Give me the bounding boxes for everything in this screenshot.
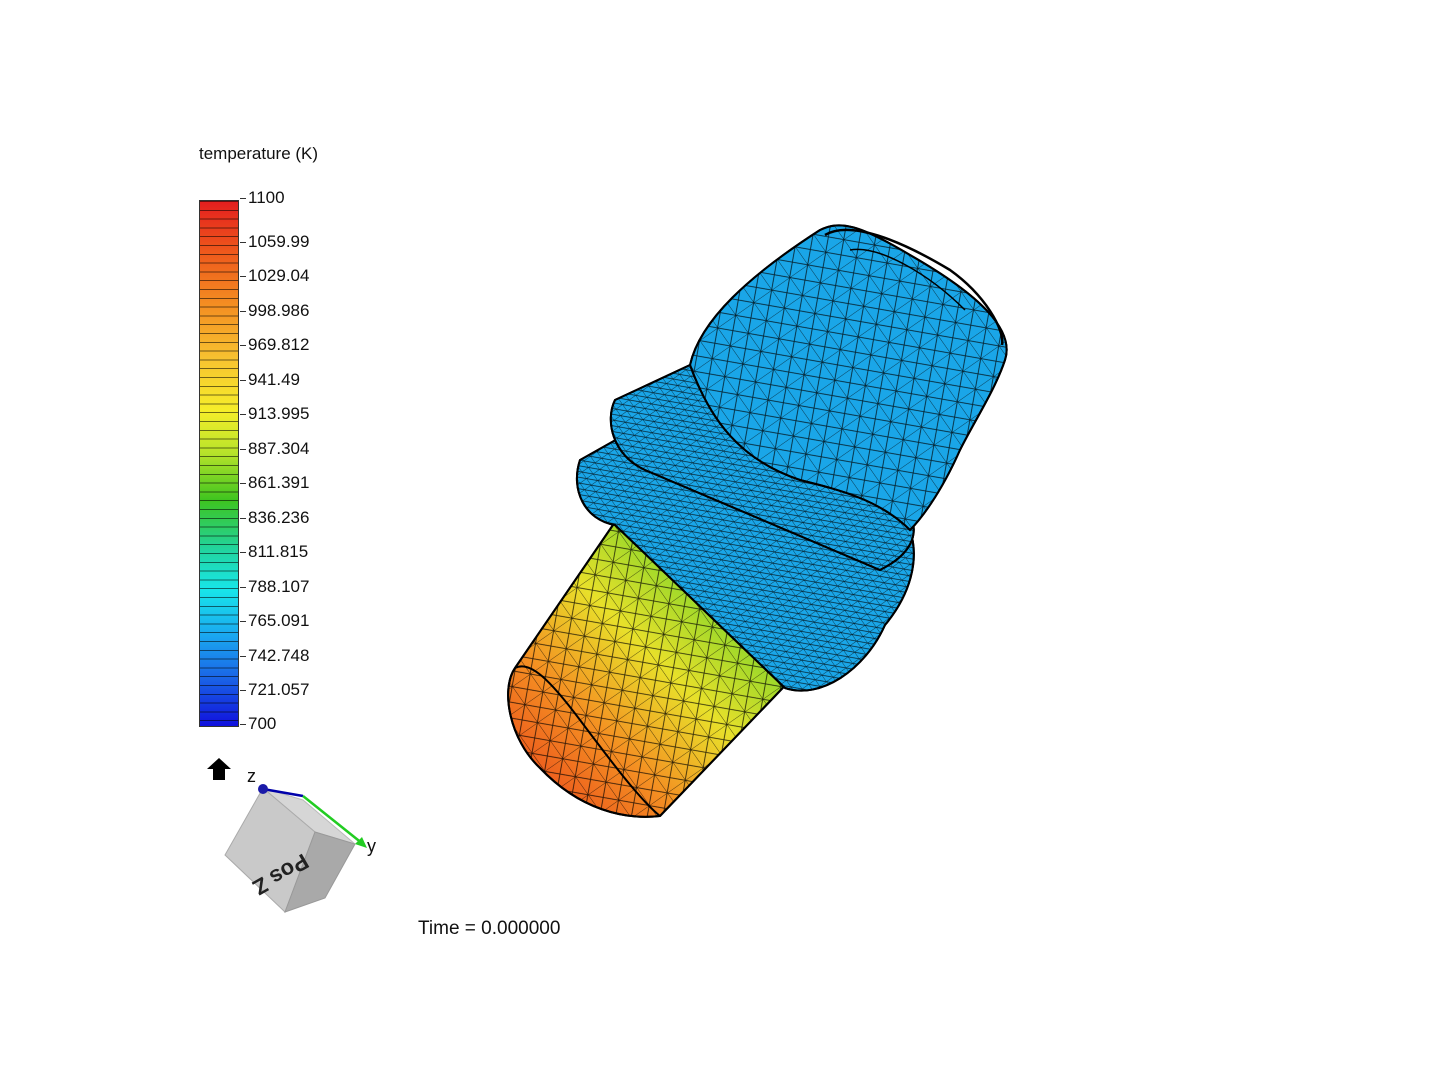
legend-tick: 969.812 <box>240 335 309 355</box>
legend-tick: 887.304 <box>240 439 309 459</box>
simulation-mesh <box>507 224 1008 818</box>
legend-title: temperature (K) <box>199 144 319 163</box>
legend-tick: 811.815 <box>240 542 308 562</box>
color-bar <box>199 200 239 727</box>
y-axis-label: y <box>367 836 376 856</box>
orientation-cube-icon: Pos Z <box>224 787 356 913</box>
legend-tick: 742.748 <box>240 646 309 666</box>
legend-tick: 700 <box>240 714 276 734</box>
orientation-widget[interactable]: Pos Z z y <box>215 760 395 930</box>
legend-tick: 836.236 <box>240 508 309 528</box>
legend-tick: 1059.99 <box>240 232 309 252</box>
legend-tick: 861.391 <box>240 473 309 493</box>
time-readout: Time = 0.000000 <box>418 918 561 939</box>
legend-tick: 765.091 <box>240 611 309 631</box>
z-axis-marker <box>258 784 268 794</box>
z-axis-label: z <box>247 766 256 786</box>
legend-tick: 941.49 <box>240 370 300 390</box>
legend-tick: 721.057 <box>240 680 309 700</box>
legend-tick: 913.995 <box>240 404 309 424</box>
legend-tick: 1100 <box>240 188 285 208</box>
legend-tick: 788.107 <box>240 577 309 597</box>
legend-tick: 998.986 <box>240 301 309 321</box>
model-viewport[interactable] <box>440 200 1060 850</box>
legend-tick: 1029.04 <box>240 266 309 286</box>
